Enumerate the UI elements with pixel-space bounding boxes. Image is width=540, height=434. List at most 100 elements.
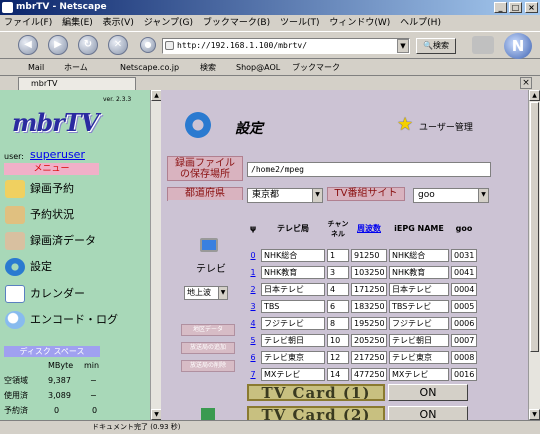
- menu-help[interactable]: ヘルプ(H): [400, 18, 441, 28]
- iepg-field[interactable]: MXテレビ: [389, 368, 449, 381]
- bookmark-search[interactable]: 検索: [200, 59, 216, 76]
- channel-field[interactable]: 14: [327, 368, 349, 381]
- iepg-field[interactable]: テレビ東京: [389, 351, 449, 364]
- station-field[interactable]: TBS: [261, 300, 325, 313]
- tv-site-select[interactable]: goo ▼: [413, 188, 489, 203]
- station-field[interactable]: テレビ東京: [261, 351, 325, 364]
- forward-button[interactable]: ▶: [48, 35, 68, 55]
- tv-card-1-on-button[interactable]: ON: [388, 384, 468, 401]
- station-field[interactable]: 日本テレビ: [261, 283, 325, 296]
- close-window-button[interactable]: ×: [525, 2, 538, 13]
- scroll-up-button[interactable]: ▲: [529, 90, 540, 101]
- broadcast-type-select[interactable]: 地上波 ▼: [184, 286, 228, 300]
- iepg-field[interactable]: NHK総合: [389, 249, 449, 262]
- row-number-link[interactable]: 1: [247, 265, 259, 280]
- frequency-field[interactable]: 91250: [351, 249, 387, 262]
- goo-field[interactable]: 0007: [451, 334, 477, 347]
- channel-field[interactable]: 12: [327, 351, 349, 364]
- bookmark-shop[interactable]: Shop@AOL: [236, 59, 280, 76]
- channel-field[interactable]: 3: [327, 266, 349, 279]
- sidebar-item-settings[interactable]: 設定: [4, 256, 149, 278]
- row-number-link[interactable]: 0: [247, 248, 259, 263]
- bookmark-netscape[interactable]: Netscape.co.jp: [120, 59, 179, 76]
- frequency-field[interactable]: 477250: [351, 368, 387, 381]
- close-tab-button[interactable]: ×: [520, 77, 532, 89]
- url-dropdown-button[interactable]: ▼: [397, 39, 409, 53]
- back-button[interactable]: ◀: [18, 35, 38, 55]
- sidebar-item-record-reserve[interactable]: 録画予約: [4, 178, 149, 200]
- stop-button[interactable]: ✕: [108, 35, 128, 55]
- tab-mbrtv[interactable]: mbrTV: [18, 77, 136, 90]
- goo-field[interactable]: 0008: [451, 351, 477, 364]
- goo-field[interactable]: 0005: [451, 300, 477, 313]
- scroll-down-button[interactable]: ▼: [529, 409, 540, 420]
- bookmark-home[interactable]: ホーム: [64, 59, 88, 76]
- menu-go[interactable]: ジャンプ(G): [144, 18, 193, 28]
- row-number-link[interactable]: 5: [247, 333, 259, 348]
- save-path-input[interactable]: /home2/mpeg: [247, 162, 491, 177]
- sidebar-item-reserve-status[interactable]: 予約状況: [4, 204, 149, 226]
- home-icon[interactable]: ●: [140, 37, 156, 53]
- station-field[interactable]: テレビ朝日: [261, 334, 325, 347]
- goo-field[interactable]: 0006: [451, 317, 477, 330]
- row-number-link[interactable]: 4: [247, 316, 259, 331]
- channel-field[interactable]: 1: [327, 249, 349, 262]
- channel-field[interactable]: 6: [327, 300, 349, 313]
- chevron-down-icon: ▼: [218, 287, 227, 299]
- row-number-link[interactable]: 3: [247, 299, 259, 314]
- row-number-link[interactable]: 7: [247, 367, 259, 382]
- col-frequency[interactable]: 周波数: [351, 212, 387, 246]
- search-button[interactable]: 🔍検索: [416, 38, 456, 54]
- scroll-thumb[interactable]: [530, 102, 539, 352]
- sidebar-item-recorded-data[interactable]: 録画済データ: [4, 230, 149, 252]
- channel-field[interactable]: 10: [327, 334, 349, 347]
- row-number-link[interactable]: 2: [247, 282, 259, 297]
- menu-edit[interactable]: 編集(E): [62, 18, 93, 28]
- bookmark-mail[interactable]: Mail: [28, 59, 44, 76]
- row-number-link[interactable]: 6: [247, 350, 259, 365]
- menu-view[interactable]: 表示(V): [103, 18, 134, 28]
- frequency-field[interactable]: 195250: [351, 317, 387, 330]
- iepg-field[interactable]: フジテレビ: [389, 317, 449, 330]
- goo-field[interactable]: 0004: [451, 283, 477, 296]
- station-field[interactable]: MXテレビ: [261, 368, 325, 381]
- main-scrollbar[interactable]: ▲ ▼: [528, 90, 540, 420]
- channel-field[interactable]: 4: [327, 283, 349, 296]
- region-data-button[interactable]: 地区データ: [181, 324, 235, 336]
- url-field[interactable]: http://192.168.1.100/mbrtv/: [162, 38, 410, 54]
- iepg-field[interactable]: NHK教育: [389, 266, 449, 279]
- channel-field[interactable]: 8: [327, 317, 349, 330]
- menu-window[interactable]: ウィンドウ(W): [329, 18, 390, 28]
- add-station-button[interactable]: 放送局の追加: [181, 342, 235, 354]
- menu-tools[interactable]: ツール(T): [280, 18, 320, 28]
- bookmark-folder[interactable]: ブックマーク: [292, 59, 340, 76]
- maximize-button[interactable]: □: [509, 2, 522, 13]
- username-link[interactable]: superuser: [30, 148, 85, 161]
- frequency-field[interactable]: 183250: [351, 300, 387, 313]
- menu-bookmarks[interactable]: ブックマーク(B): [203, 18, 270, 28]
- iepg-field[interactable]: TBSテレビ: [389, 300, 449, 313]
- prefecture-select[interactable]: 東京都 ▼: [247, 188, 323, 203]
- minimize-button[interactable]: _: [494, 2, 507, 13]
- frequency-field[interactable]: 171250: [351, 283, 387, 296]
- menu-file[interactable]: ファイル(F): [4, 18, 52, 28]
- frequency-field[interactable]: 103250: [351, 266, 387, 279]
- goo-field[interactable]: 0016: [451, 368, 477, 381]
- iepg-field[interactable]: テレビ朝日: [389, 334, 449, 347]
- tv-card-2-on-button[interactable]: ON: [388, 406, 468, 420]
- station-field[interactable]: NHK教育: [261, 266, 325, 279]
- goo-field[interactable]: 0031: [451, 249, 477, 262]
- sidebar-item-encode-log[interactable]: エンコード・ログ: [4, 309, 149, 331]
- user-management-link[interactable]: ユーザー管理: [419, 120, 473, 133]
- frequency-field[interactable]: 217250: [351, 351, 387, 364]
- station-field[interactable]: フジテレビ: [261, 317, 325, 330]
- frequency-field[interactable]: 205250: [351, 334, 387, 347]
- sidebar-scrollbar[interactable]: ▲ ▼: [150, 90, 162, 420]
- goo-field[interactable]: 0041: [451, 266, 477, 279]
- delete-station-button[interactable]: 放送局の削除: [181, 360, 235, 372]
- sidebar-item-calendar[interactable]: カレンダー: [4, 283, 149, 305]
- print-icon[interactable]: [472, 36, 494, 54]
- station-field[interactable]: NHK総合: [261, 249, 325, 262]
- reload-button[interactable]: ↻: [78, 35, 98, 55]
- iepg-field[interactable]: 日本テレビ: [389, 283, 449, 296]
